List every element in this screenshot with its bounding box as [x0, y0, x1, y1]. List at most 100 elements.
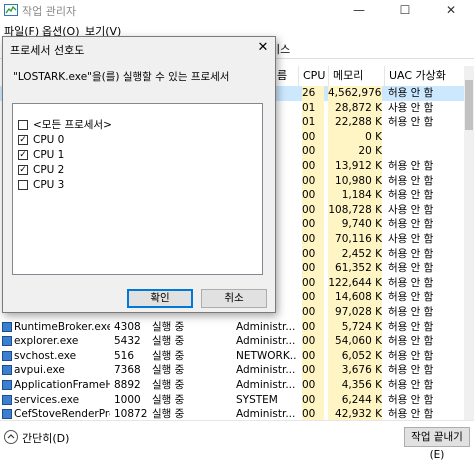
- process-user: Administr...: [236, 320, 296, 333]
- ok-button[interactable]: 확인: [127, 289, 193, 308]
- process-status: 실행 중: [152, 320, 185, 333]
- process-uac: 허용 안 함: [388, 393, 434, 406]
- process-memory: 54,060 K: [328, 334, 382, 350]
- process-cpu: 00: [302, 348, 324, 364]
- process-uac: 허용 안 함: [388, 174, 434, 187]
- process-cpu: 00: [302, 305, 324, 320]
- process-uac: 허용 안 함: [388, 320, 434, 333]
- end-task-button[interactable]: 작업 끝내기(E): [404, 427, 470, 461]
- process-pid: 8892: [114, 379, 141, 391]
- process-user: Administr...: [236, 364, 296, 377]
- process-uac: 허용 안 함: [388, 349, 434, 362]
- process-user: SYSTEM: [236, 393, 278, 406]
- process-cpu: 00: [302, 129, 324, 145]
- process-pid: 1000: [114, 393, 141, 406]
- process-uac: 허용 안 함: [388, 276, 434, 289]
- process-memory: 6,052 K: [328, 348, 382, 364]
- process-memory: 70,116 K: [328, 232, 382, 247]
- dialog-prompt: "LOSTARK.exe"을(를) 실행할 수 있는 프로세서: [13, 71, 230, 83]
- fewer-details-link[interactable]: 간단히(D): [22, 430, 69, 446]
- process-status: 실행 중: [152, 335, 185, 348]
- column-header-memory[interactable]: 메모리(활...: [328, 66, 384, 102]
- process-user: Administr...: [236, 379, 296, 391]
- process-pid: 7368: [114, 364, 141, 377]
- scrollbar-thumb[interactable]: [465, 80, 473, 130]
- process-memory: 10,980 K: [328, 173, 382, 189]
- process-uac: 허용 안 함: [388, 335, 434, 348]
- process-cpu: 00: [302, 246, 324, 262]
- process-memory: 22,288 K: [328, 115, 382, 131]
- bottom-bar: 간단히(D) 작업 끝내기(E): [0, 420, 474, 461]
- processor-listbox: <모든 프로세서> ✓ CPU 0 ✓ CPU 1 ✓ CPU 2 CPU 3: [12, 103, 263, 275]
- processor-item-label: CPU 3: [33, 179, 65, 191]
- process-status: 실행 중: [152, 364, 185, 377]
- table-row[interactable]: svchost.exe 516 실행 중 NETWORK... 00 6,052 K 허용 …: [0, 348, 464, 364]
- process-memory: 3,676 K: [328, 363, 382, 379]
- process-cpu: 00: [302, 159, 324, 174]
- column-header-cpu[interactable]: CPU: [298, 66, 328, 86]
- process-memory: 122,644 K: [328, 275, 382, 291]
- task-manager-icon: [4, 4, 18, 16]
- process-icon: [2, 394, 12, 405]
- process-uac: 허용 안 함: [388, 262, 434, 275]
- process-memory: 9,740 K: [328, 217, 382, 233]
- process-name: svchost.exe: [14, 349, 77, 362]
- process-memory: 108,728 K: [328, 202, 382, 218]
- window-title: 작업 관리자: [22, 5, 77, 18]
- table-row[interactable]: ApplicationFrameHo... 8892 실행 중 Administr..…: [0, 378, 464, 393]
- process-memory: 4,356 K: [328, 378, 382, 393]
- dialog-close-button[interactable]: ✕: [253, 39, 273, 57]
- process-pid: 5432: [114, 335, 141, 348]
- checkbox[interactable]: ✓: [18, 135, 28, 145]
- dialog-title: 프로세서 선호도: [10, 44, 85, 57]
- maximize-button[interactable]: ☐: [382, 0, 428, 21]
- process-cpu: 00: [302, 319, 324, 335]
- process-memory: 1,184 K: [328, 188, 382, 204]
- process-name: explorer.exe: [14, 335, 79, 348]
- process-name: RuntimeBroker.exe: [14, 320, 110, 333]
- process-memory: 13,912 K: [328, 159, 382, 174]
- checkbox[interactable]: ✓: [18, 165, 28, 175]
- process-icon: [2, 365, 12, 376]
- process-cpu: 00: [302, 144, 324, 160]
- table-row[interactable]: services.exe 1000 실행 중 SYSTEM 00 6,244 K 허용 안 …: [0, 392, 464, 408]
- process-pid: 4308: [114, 320, 141, 333]
- process-cpu: 00: [302, 202, 324, 218]
- process-name: avpui.exe: [14, 364, 65, 377]
- process-uac: 허용 안 함: [388, 87, 434, 99]
- processor-item-label: CPU 2: [33, 164, 65, 176]
- process-uac: 허용 안 함: [388, 291, 434, 304]
- process-memory: 97,028 K: [328, 305, 382, 320]
- chevron-up-icon[interactable]: [4, 430, 18, 444]
- process-cpu: 00: [302, 363, 324, 379]
- process-pid: 516: [114, 349, 135, 362]
- column-header-uac[interactable]: UAC 가상화: [384, 66, 464, 86]
- minimize-button[interactable]: —: [336, 0, 382, 21]
- cancel-button[interactable]: 취소: [201, 289, 267, 308]
- process-uac: 사용 안 함: [388, 101, 434, 114]
- close-window-button[interactable]: ✕: [428, 0, 474, 21]
- checkbox[interactable]: ✓: [18, 150, 28, 160]
- process-icon: [2, 350, 12, 361]
- process-cpu: 01: [302, 100, 324, 116]
- process-cpu: 00: [302, 217, 324, 233]
- table-row[interactable]: RuntimeBroker.exe 4308 실행 중 Administr... 00 5…: [0, 319, 464, 335]
- table-row[interactable]: explorer.exe 5432 실행 중 Administr... 00 54,060…: [0, 334, 464, 350]
- process-memory: 4,562,976 K: [328, 86, 382, 101]
- process-memory: 61,352 K: [328, 261, 382, 277]
- process-uac: 허용 안 함: [388, 379, 434, 391]
- process-cpu: 00: [302, 261, 324, 277]
- process-memory: 0 K: [328, 129, 382, 145]
- process-name: ApplicationFrameHo...: [14, 379, 110, 391]
- process-memory: 14,608 K: [328, 290, 382, 306]
- process-memory: 2,452 K: [328, 246, 382, 262]
- process-cpu: 00: [302, 173, 324, 189]
- checkbox[interactable]: [18, 180, 28, 190]
- process-user: Administr...: [236, 335, 296, 348]
- process-memory: 5,724 K: [328, 319, 382, 335]
- process-icon: [2, 409, 12, 420]
- checkbox[interactable]: [18, 120, 28, 130]
- processor-item-label: CPU 0: [33, 134, 65, 146]
- process-uac: 허용 안 함: [388, 116, 434, 129]
- table-row[interactable]: avpui.exe 7368 실행 중 Administr... 00 3,676 K 허용…: [0, 363, 464, 379]
